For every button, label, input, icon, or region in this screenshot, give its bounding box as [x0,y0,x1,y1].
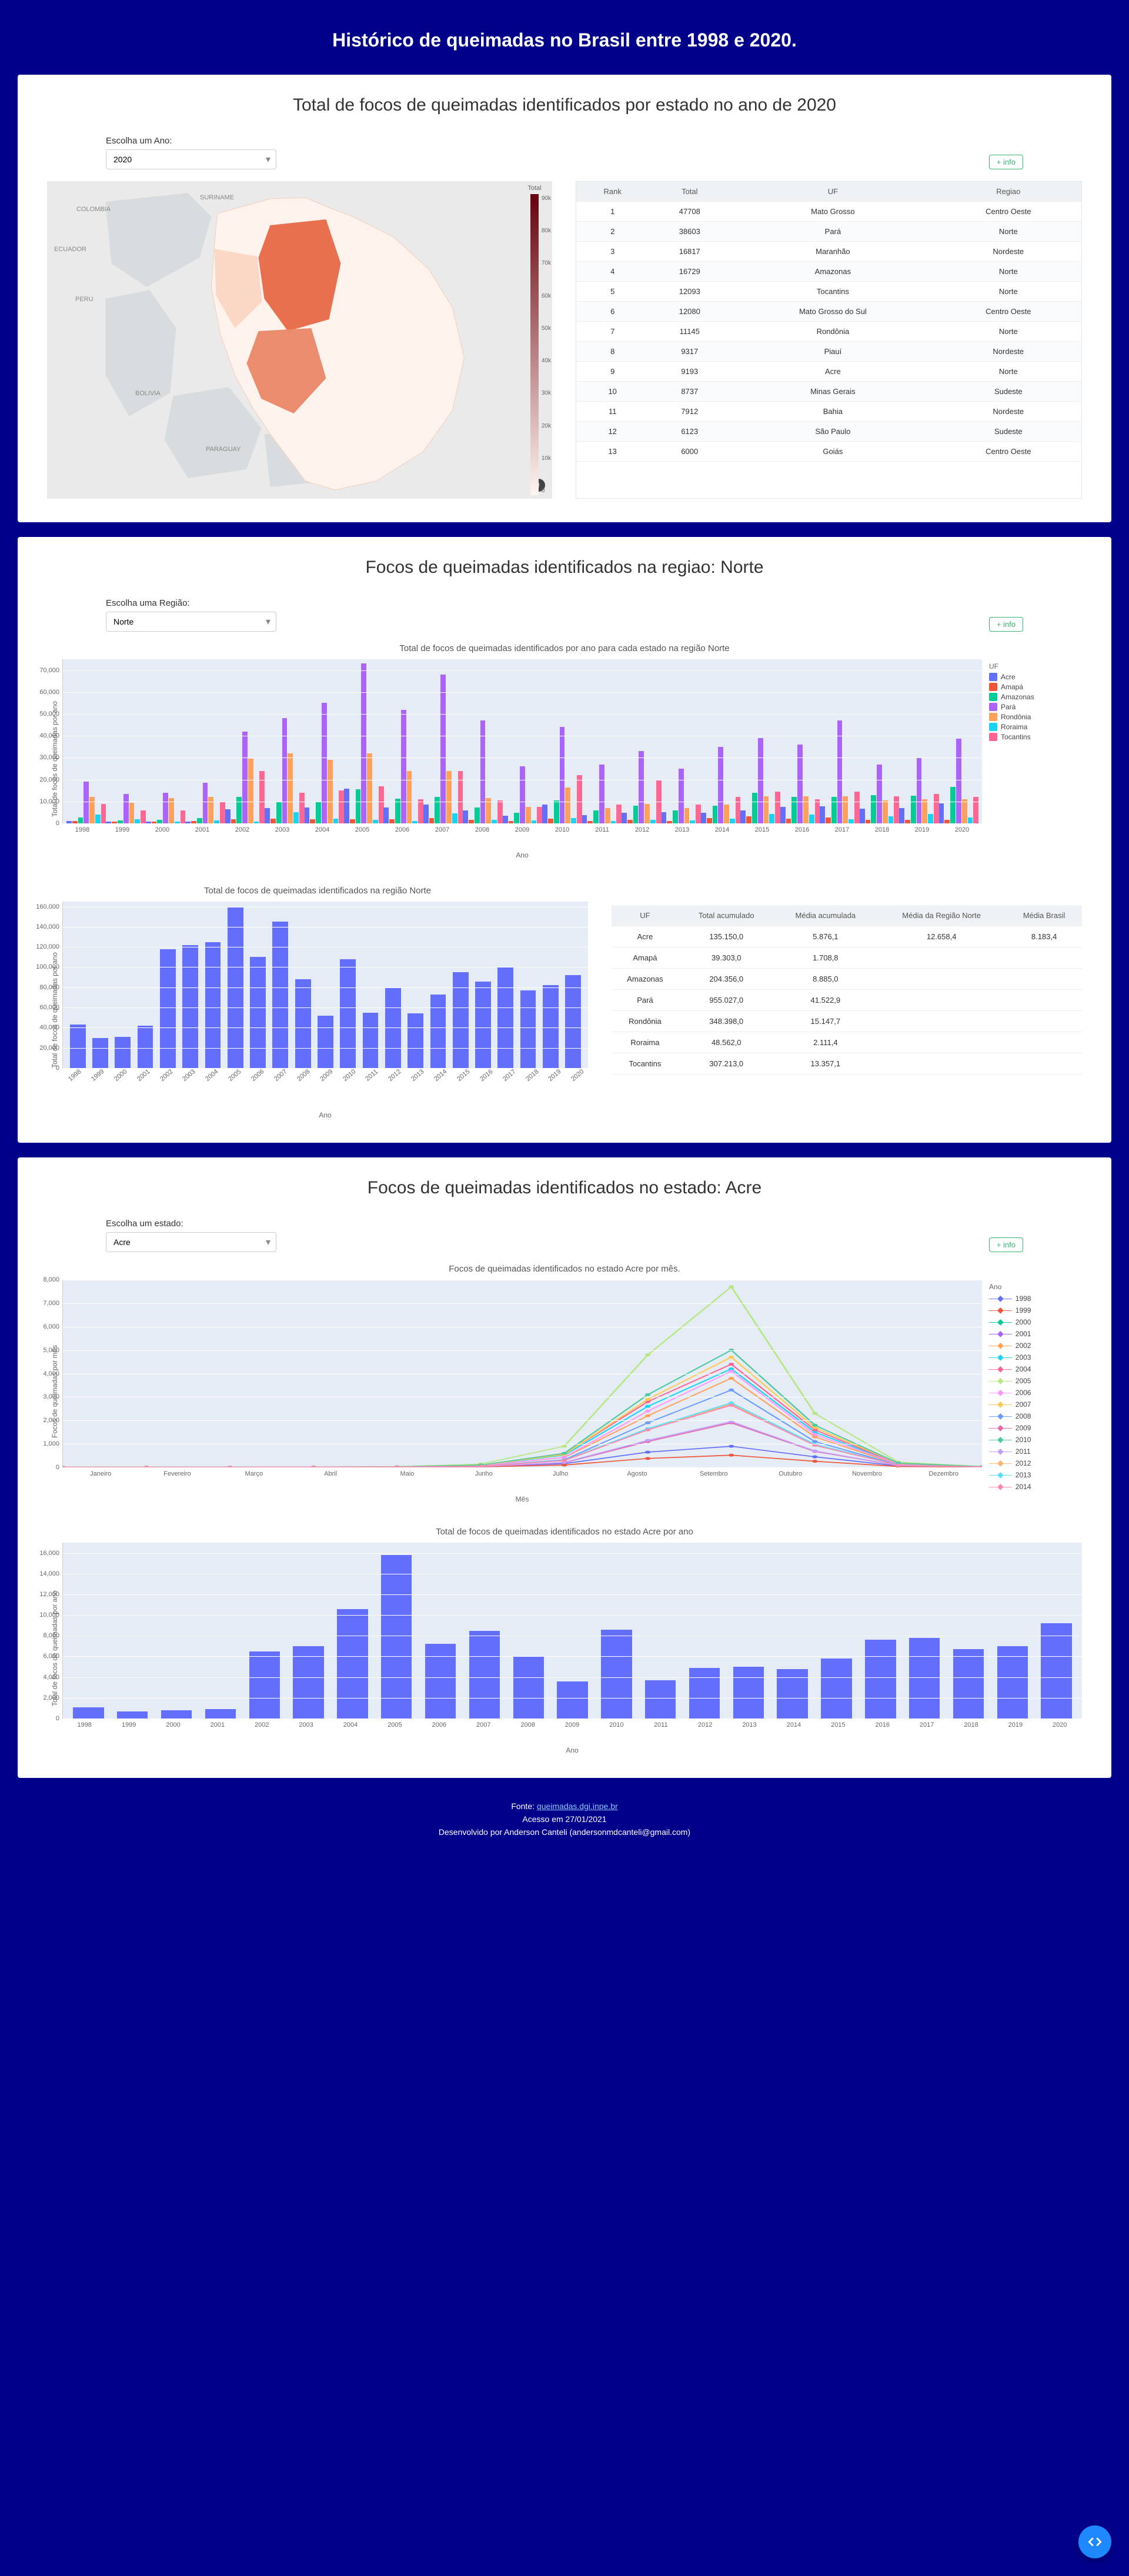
state-select-label: Escolha um estado: [106,1219,276,1229]
legend-item[interactable]: —◆—2000 [989,1317,1082,1327]
chartB-title: Total de focos de queimadas identificado… [47,886,588,896]
legend-item[interactable]: —◆—2012 [989,1458,1082,1468]
legend-item[interactable]: —◆—2005 [989,1376,1082,1386]
section1-heading: Total de focos de queimadas identificado… [47,95,1082,115]
table-row: Tocantins307.213,013.357,1 [612,1053,1082,1075]
table-row[interactable]: 99193AcreNorte [576,362,1081,382]
table-row[interactable]: 512093TocantinsNorte [576,282,1081,302]
chartB-xlabel: Ano [62,1111,588,1119]
chartA-plot[interactable]: 010,00020,00030,00040,00050,00060,00070,… [62,659,982,824]
map-label-peru: PERU [75,296,93,303]
map-label-bolivia: BOLIVIA [135,390,161,397]
map-label-suriname: SURINAME [200,194,234,201]
legend-item[interactable]: Roraima [989,723,1082,731]
legend-item[interactable]: —◆—2002 [989,1340,1082,1350]
legend-item[interactable]: —◆—2004 [989,1364,1082,1374]
footer: Fonte: queimadas.dgi.inpe.br Acesso em 2… [18,1801,1111,1837]
section-state-map: Total de focos de queimadas identificado… [18,75,1111,522]
map-label-paraguay: PARAGUAY [206,446,241,453]
legend-item[interactable]: —◆—2001 [989,1329,1082,1339]
year-select[interactable]: 2020 [106,149,276,169]
chartC-xlabel: Mês [62,1495,982,1503]
region-summary-table: UFTotal acumuladoMédia acumuladaMédia da… [612,877,1082,1119]
choropleth-map[interactable]: COLOMBIA SURINAME ECUADOR PERU BOLIVIA P… [47,181,552,499]
section3-heading: Focos de queimadas identificados no esta… [47,1178,1082,1198]
chartA-legend[interactable]: UF AcreAmapáAmazonasParáRondôniaRoraimaT… [982,659,1082,859]
legend-item[interactable]: Tocantins [989,733,1082,741]
table-row[interactable]: 136000GoiásCentro Oeste [576,442,1081,462]
table-row: Amapá39.303,01.708,8 [612,947,1082,969]
legend-item[interactable]: Acre [989,673,1082,681]
region-select[interactable]: Norte [106,612,276,632]
map-label-ecuador: ECUADOR [54,246,86,253]
legend-item[interactable]: —◆—1998 [989,1293,1082,1303]
legend-item[interactable]: —◆—2011 [989,1446,1082,1456]
info-button-section1[interactable]: + info [989,155,1023,169]
legend-item[interactable]: —◆—2006 [989,1387,1082,1397]
table-row: Pará955.027,041.522,9 [612,990,1082,1011]
table-row: Rondônia348.398,015.147,7 [612,1011,1082,1032]
source-link[interactable]: queimadas.dgi.inpe.br [537,1801,618,1811]
info-button-section3[interactable]: + info [989,1237,1023,1252]
table-row[interactable]: 316817MaranhãoNordeste [576,242,1081,262]
table-row: Amazonas204.356,08.885,0 [612,969,1082,990]
chartC-title: Focos de queimadas identificados no esta… [47,1264,1082,1274]
table-row: Acre135.150,05.876,112.658,48.183,4 [612,926,1082,947]
legend-item[interactable]: —◆—2010 [989,1434,1082,1444]
legend-item[interactable]: Rondônia [989,713,1082,721]
map-label-colombia: COLOMBIA [76,206,111,213]
section-region: Focos de queimadas identificados na regi… [18,537,1111,1143]
year-select-label: Escolha um Ano: [106,136,276,146]
legend-item[interactable]: —◆—2007 [989,1399,1082,1409]
code-icon [1087,2534,1103,2550]
table-row[interactable]: 238603ParáNorte [576,222,1081,242]
chartD-title: Total de focos de queimadas identificado… [47,1527,1082,1537]
colorbar-title: Total [527,185,541,192]
legend-item[interactable]: —◆—2014 [989,1481,1082,1491]
table-row[interactable]: 126123São PauloSudeste [576,422,1081,442]
table-row: Roraima48.562,02.111,4 [612,1032,1082,1053]
chartC-legend[interactable]: Ano —◆—1998—◆—1999—◆—2000—◆—2001—◆—2002—… [982,1280,1082,1503]
table-row[interactable]: 117912BahiaNordeste [576,402,1081,422]
chartA-title: Total de focos de queimadas identificado… [47,643,1082,653]
legend-item[interactable]: Pará [989,703,1082,711]
table-row[interactable]: 89317PiauíNordeste [576,342,1081,362]
region-select-label: Escolha uma Região: [106,598,276,608]
section-state: Focos de queimadas identificados no esta… [18,1157,1111,1778]
colorbar: Total 90k80k70k60k50k40k30k20k10k0 [517,181,552,499]
chartC-plot[interactable]: 01,0002,0003,0004,0005,0006,0007,0008,00… [62,1280,982,1468]
info-button-section2[interactable]: + info [989,617,1023,632]
legend-item[interactable]: —◆—2003 [989,1352,1082,1362]
table-row[interactable]: 711145RondôniaNorte [576,322,1081,342]
table-row[interactable]: 108737Minas GeraisSudeste [576,382,1081,402]
table-row[interactable]: 416729AmazonasNorte [576,262,1081,282]
legend-item[interactable]: —◆—2013 [989,1470,1082,1480]
legend-item[interactable]: —◆—2008 [989,1411,1082,1421]
page-title: Histórico de queimadas no Brasil entre 1… [18,12,1111,75]
table-row[interactable]: 612080Mato Grosso do SulCentro Oeste [576,302,1081,322]
chartB-plot[interactable]: 020,00040,00060,00080,000100,000120,0001… [62,902,588,1069]
legend-item[interactable]: Amazonas [989,693,1082,701]
legend-item[interactable]: —◆—2009 [989,1423,1082,1433]
chartD-xlabel: Ano [62,1746,1082,1754]
chartD-plot[interactable]: 02,0004,0006,0008,00010,00012,00014,0001… [62,1543,1082,1719]
code-toggle-button[interactable] [1078,2525,1111,2558]
table-row[interactable]: 147708Mato GrossoCentro Oeste [576,202,1081,222]
state-ranking-table[interactable]: RankTotalUFRegiao 147708Mato GrossoCentr… [576,181,1082,499]
state-select[interactable]: Acre [106,1232,276,1252]
section2-heading: Focos de queimadas identificados na regi… [47,558,1082,578]
chartA-xlabel: Ano [62,851,982,859]
legend-item[interactable]: Amapá [989,683,1082,691]
legend-item[interactable]: —◆—1999 [989,1305,1082,1315]
